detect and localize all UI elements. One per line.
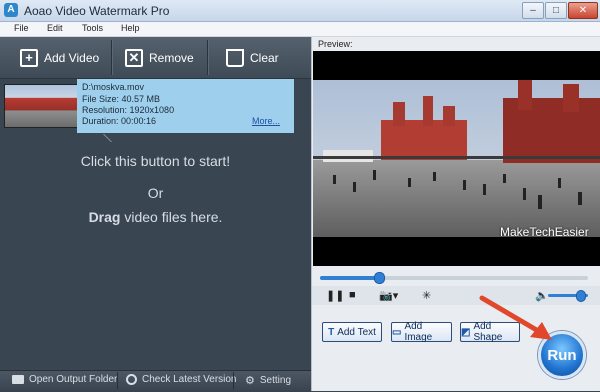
app-logo-icon: A xyxy=(4,3,18,17)
check-latest-version-label: Check Latest Version xyxy=(142,374,237,385)
menu-file[interactable]: File xyxy=(14,23,29,33)
menu-edit[interactable]: Edit xyxy=(47,23,63,33)
stop-icon[interactable]: ■ xyxy=(349,289,356,301)
clear-button[interactable]: Clear xyxy=(226,37,286,78)
add-video-label: Add Video xyxy=(44,50,100,65)
shape-icon: ◩ xyxy=(461,326,471,338)
gear-icon: ⚙ xyxy=(245,375,255,387)
setting-label: Setting xyxy=(259,375,292,386)
more-link[interactable]: More... xyxy=(252,116,280,126)
hint-drag-rest: video files here. xyxy=(120,209,223,225)
open-output-folder-label: Open Output Folder xyxy=(29,374,118,385)
maximize-button[interactable]: □ xyxy=(545,2,567,19)
trash-icon xyxy=(226,48,244,67)
image-icon: ▭ xyxy=(392,326,402,338)
add-video-icon: + xyxy=(20,48,38,67)
video-resolution: Resolution: 1920x1080 xyxy=(82,105,175,115)
video-file-size: File Size: 40.57 MB xyxy=(82,94,161,104)
remove-icon: ✕ xyxy=(125,48,143,67)
window-title: Aoao Video Watermark Pro xyxy=(24,4,170,18)
preview-label: Preview: xyxy=(318,39,353,49)
hint-drag-bold: Drag xyxy=(88,209,121,225)
toolbar-divider xyxy=(207,40,209,75)
hint-drag: Drag video files here. xyxy=(0,209,311,225)
seek-bar-handle[interactable] xyxy=(374,272,385,284)
bottom-divider xyxy=(233,372,234,389)
close-button[interactable]: ✕ xyxy=(568,2,598,19)
add-image-button[interactable]: ▭ Add Image xyxy=(391,321,452,343)
watermark-text: MakeTechEasier xyxy=(500,225,589,239)
annotation-arrow xyxy=(479,295,552,340)
add-video-button[interactable]: + Add Video xyxy=(20,37,104,78)
menu-help[interactable]: Help xyxy=(121,23,140,33)
check-latest-version-button[interactable]: Check Latest Version xyxy=(126,374,237,385)
magic-wand-icon[interactable]: ✳ xyxy=(422,289,431,302)
video-thumbnail[interactable] xyxy=(4,84,79,128)
volume-slider-handle[interactable] xyxy=(576,290,586,302)
search-icon xyxy=(126,374,137,385)
menu-tools[interactable]: Tools xyxy=(82,23,103,33)
toolbar-divider xyxy=(111,40,113,75)
remove-label: Remove xyxy=(149,50,194,65)
seek-bar-fill xyxy=(320,276,379,280)
hint-or: Or xyxy=(147,185,164,201)
folder-icon xyxy=(12,375,24,384)
clear-label: Clear xyxy=(250,50,279,65)
add-image-label: Add Image xyxy=(404,321,433,343)
video-path: D:\moskva.mov xyxy=(82,82,145,92)
hint-click-button: Click this button to start! xyxy=(80,153,231,169)
video-frame-image xyxy=(313,80,600,237)
pause-icon[interactable]: ❚❚ xyxy=(326,289,344,302)
setting-button[interactable]: ⚙ Setting xyxy=(245,374,291,387)
bottom-divider xyxy=(117,372,118,389)
add-text-label: Add Text xyxy=(337,326,376,338)
open-output-folder-button[interactable]: Open Output Folder xyxy=(12,374,117,385)
camera-icon[interactable]: 📷▾ xyxy=(379,289,398,302)
video-duration: Duration: 00:00:16 xyxy=(82,116,157,126)
add-text-button[interactable]: T Add Text xyxy=(322,322,382,342)
minimize-button[interactable]: – xyxy=(522,2,544,19)
text-icon: T xyxy=(328,326,335,338)
remove-button[interactable]: ✕ Remove xyxy=(125,37,197,78)
